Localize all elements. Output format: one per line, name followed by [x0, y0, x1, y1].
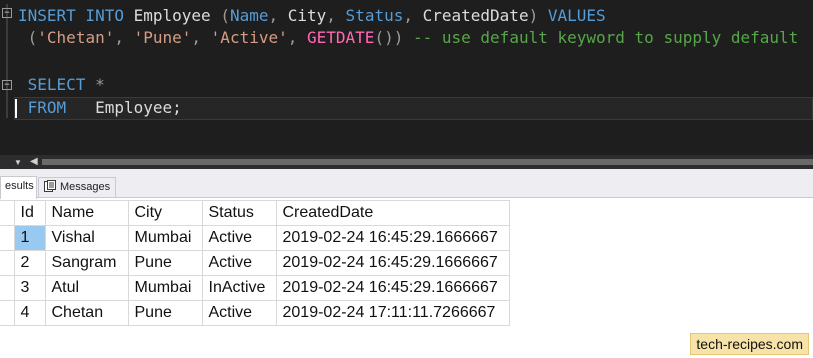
column-header-city[interactable]: City — [127, 200, 203, 226]
grid-cell-id[interactable]: 2 — [13, 250, 46, 276]
grid-cell-createddate[interactable]: 2019-02-24 17:11:11.7266667 — [275, 300, 510, 326]
grid-cell-city[interactable]: Pune — [127, 300, 203, 326]
tab-label: esults — [5, 180, 34, 192]
punctuation: , — [403, 6, 423, 25]
text-caret — [15, 99, 17, 118]
tab-label: Messages — [60, 181, 111, 193]
column-name: Name — [229, 6, 269, 25]
row-header-corner[interactable] — [0, 200, 15, 226]
row-header[interactable] — [0, 250, 15, 276]
grid-cell-createddate[interactable]: 2019-02-24 16:45:29.1666667 — [275, 225, 510, 251]
punctuation: , — [287, 28, 307, 47]
results-grid-area: Id Name City Status CreatedDate 1 Vishal… — [0, 198, 813, 358]
row-header[interactable] — [0, 225, 15, 251]
tab-messages[interactable]: Messages — [38, 177, 116, 198]
dropdown-arrow-icon[interactable]: ▼ — [14, 158, 22, 167]
punctuation: ) — [528, 6, 539, 25]
grid-cell-createddate[interactable]: 2019-02-24 16:45:29.1666667 — [275, 250, 510, 276]
code-line-select[interactable]: SELECT * — [18, 74, 105, 96]
keyword: FROM — [27, 98, 67, 117]
column-name: City — [287, 6, 327, 25]
grid-cell-name[interactable]: Chetan — [44, 300, 129, 326]
column-name: Status — [345, 6, 404, 25]
column-header-createddate[interactable]: CreatedDate — [275, 200, 510, 226]
messages-icon — [44, 180, 56, 192]
punctuation: , — [191, 28, 211, 47]
punctuation: ( — [27, 28, 38, 47]
grid-cell-name[interactable]: Atul — [44, 275, 129, 301]
sql-editor[interactable]: − − INSERT INTO Employee (Name, City, St… — [0, 0, 813, 155]
grid-cell-status[interactable]: Active — [201, 250, 277, 276]
code-comment: -- use default keyword to supply default — [412, 28, 799, 47]
editor-gutter — [6, 4, 8, 118]
grid-cell-city[interactable]: Mumbai — [127, 225, 203, 251]
string-literal: 'Pune' — [133, 28, 192, 47]
scroll-left-icon[interactable]: ◀ — [30, 156, 38, 167]
string-literal: 'Chetan' — [37, 28, 115, 47]
scrollbar-thumb[interactable] — [42, 159, 813, 165]
string-literal: 'Active' — [210, 28, 288, 47]
results-grid: Id Name City Status CreatedDate 1 Vishal… — [0, 200, 510, 326]
grid-cell-name[interactable]: Sangram — [44, 250, 129, 276]
identifier: Employee; — [95, 98, 182, 117]
collapse-icon[interactable]: − — [2, 8, 12, 18]
table-row[interactable]: 4 Chetan Pune Active 2019-02-24 17:11:11… — [0, 300, 510, 326]
grid-cell-city[interactable]: Mumbai — [127, 275, 203, 301]
code-line-insert[interactable]: INSERT INTO Employee (Name, City, Status… — [18, 5, 606, 27]
punctuation: , — [326, 6, 346, 25]
grid-header-row: Id Name City Status CreatedDate — [0, 200, 510, 226]
grid-cell-status[interactable]: Active — [201, 225, 277, 251]
column-header-name[interactable]: Name — [44, 200, 129, 226]
identifier: Employee — [133, 6, 211, 25]
grid-cell-id[interactable]: 4 — [13, 300, 46, 326]
punctuation: ()) — [374, 28, 404, 47]
grid-cell-status[interactable]: Active — [201, 300, 277, 326]
results-tab-bar: esults Messages — [0, 169, 813, 199]
collapse-icon[interactable]: − — [2, 80, 12, 90]
grid-cell-city[interactable]: Pune — [127, 250, 203, 276]
keyword: INSERT INTO — [18, 6, 124, 25]
table-row[interactable]: 3 Atul Mumbai InActive 2019-02-24 16:45:… — [0, 275, 510, 301]
column-name: CreatedDate — [422, 6, 529, 25]
code-line-values[interactable]: ('Chetan', 'Pune', 'Active', GETDATE()) … — [18, 27, 799, 49]
grid-cell-id[interactable]: 1 — [13, 225, 46, 251]
grid-cell-name[interactable]: Vishal — [44, 225, 129, 251]
grid-cell-id[interactable]: 3 — [13, 275, 46, 301]
horizontal-scrollbar[interactable]: ▼ ◀ — [0, 155, 813, 169]
punctuation: ( — [220, 6, 230, 25]
keyword: VALUES — [547, 6, 606, 25]
row-header[interactable] — [0, 275, 15, 301]
table-row[interactable]: 1 Vishal Mumbai Active 2019-02-24 16:45:… — [0, 225, 510, 251]
table-row[interactable]: 2 Sangram Pune Active 2019-02-24 16:45:2… — [0, 250, 510, 276]
punctuation: , — [268, 6, 288, 25]
punctuation: , — [114, 28, 134, 47]
column-header-status[interactable]: Status — [201, 200, 277, 226]
code-line-from[interactable]: FROM Employee; — [18, 97, 182, 119]
site-watermark: tech-recipes.com — [690, 333, 809, 355]
tab-results[interactable]: esults — [0, 176, 37, 199]
operator: * — [95, 75, 105, 94]
function-name: GETDATE — [307, 28, 375, 47]
grid-cell-status[interactable]: InActive — [201, 275, 277, 301]
keyword: SELECT — [27, 75, 86, 94]
grid-cell-createddate[interactable]: 2019-02-24 16:45:29.1666667 — [275, 275, 510, 301]
column-header-id[interactable]: Id — [13, 200, 46, 226]
row-header[interactable] — [0, 300, 15, 326]
